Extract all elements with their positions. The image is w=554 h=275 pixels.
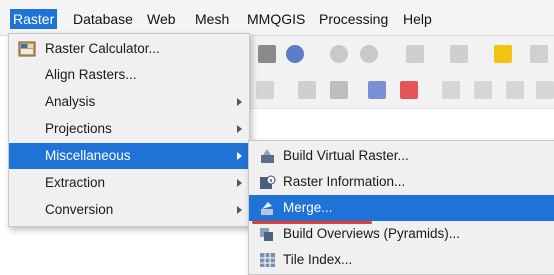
- pin-label-icon[interactable]: [298, 81, 316, 99]
- menu-item-label: Raster Calculator...: [45, 41, 160, 56]
- label-abc-icon[interactable]: [368, 81, 386, 99]
- menu-raster[interactable]: Raster: [10, 9, 58, 29]
- raster-information-icon: [260, 175, 276, 189]
- zoom-icon[interactable]: [330, 45, 348, 63]
- menu-mesh[interactable]: Mesh: [192, 9, 232, 29]
- submenu-item-label: Build Overviews (Pyramids)...: [283, 226, 461, 241]
- zoom-select-icon[interactable]: [360, 45, 378, 63]
- submenu-item-merge[interactable]: Merge...: [249, 195, 554, 221]
- build-overviews-icon: [260, 228, 273, 241]
- menu-item-analysis[interactable]: Analysis: [9, 89, 249, 115]
- submenu-item-build-virtual-raster[interactable]: Build Virtual Raster...: [249, 143, 554, 169]
- tile-index-icon: [260, 253, 275, 267]
- submenu-arrow-icon: [237, 206, 242, 214]
- build-virtual-raster-icon: [261, 149, 274, 163]
- menu-item-label: Extraction: [45, 175, 106, 190]
- menu-item-label: Miscellaneous: [45, 148, 131, 163]
- menu-item-miscellaneous[interactable]: Miscellaneous: [9, 143, 249, 169]
- menu-bar: Raster Database Web Mesh MMQGIS Processi…: [0, 0, 554, 36]
- move-label-icon[interactable]: [442, 81, 460, 99]
- menu-processing[interactable]: Processing: [316, 9, 391, 29]
- menu-item-extraction[interactable]: Extraction: [9, 170, 249, 196]
- menu-web[interactable]: Web: [144, 9, 179, 29]
- menu-item-conversion[interactable]: Conversion: [9, 197, 249, 223]
- select-features-icon[interactable]: [406, 45, 424, 63]
- deselect-icon[interactable]: [494, 45, 512, 63]
- toolbar-labels: [238, 72, 554, 109]
- annotation-underline: [252, 221, 372, 224]
- merge-icon: [261, 202, 273, 215]
- submenu-arrow-icon: [237, 152, 242, 160]
- raster-calculator-icon: [18, 41, 36, 57]
- show-label-icon[interactable]: [330, 81, 348, 99]
- menu-item-label: Align Rasters...: [45, 67, 137, 82]
- menu-item-label: Analysis: [45, 94, 96, 109]
- submenu-item-label: Raster Information...: [283, 174, 406, 189]
- menu-item-label: Projections: [45, 121, 112, 136]
- menu-item-label: Conversion: [45, 202, 114, 217]
- refresh-icon[interactable]: [286, 45, 304, 63]
- label-more-icon[interactable]: [536, 81, 554, 99]
- raster-dropdown-menu: Raster Calculator... Align Rasters... An…: [8, 33, 250, 227]
- rotate-label-icon[interactable]: [474, 81, 492, 99]
- menu-database[interactable]: Database: [70, 9, 136, 29]
- submenu-item-label: Build Virtual Raster...: [283, 148, 409, 163]
- submenu-item-tile-index[interactable]: Tile Index...: [249, 247, 554, 273]
- select-value-icon[interactable]: [450, 45, 468, 63]
- menu-item-raster-calculator[interactable]: Raster Calculator...: [9, 36, 249, 62]
- submenu-item-label: Merge...: [283, 200, 333, 215]
- submenu-item-label: Tile Index...: [283, 252, 353, 267]
- menu-item-projections[interactable]: Projections: [9, 116, 249, 142]
- submenu-item-raster-information[interactable]: Raster Information...: [249, 169, 554, 195]
- menu-help[interactable]: Help: [400, 9, 435, 29]
- submenu-arrow-icon: [237, 125, 242, 133]
- panel-toggle-icon[interactable]: [258, 45, 276, 63]
- label-abc-red-icon[interactable]: [400, 81, 418, 99]
- menu-item-align-rasters[interactable]: Align Rasters...: [9, 62, 249, 88]
- submenu-arrow-icon: [237, 98, 242, 106]
- submenu-arrow-icon: [237, 179, 242, 187]
- change-label-icon[interactable]: [506, 81, 524, 99]
- toolbar-more-icon[interactable]: [530, 45, 548, 63]
- submenu-item-build-overviews[interactable]: Build Overviews (Pyramids)...: [249, 221, 554, 247]
- toolbar-top: [238, 36, 554, 73]
- menu-mmqgis[interactable]: MMQGIS: [244, 9, 308, 29]
- label-tool-icon[interactable]: [256, 81, 274, 99]
- miscellaneous-submenu: Build Virtual Raster... Raster Informati…: [248, 140, 554, 275]
